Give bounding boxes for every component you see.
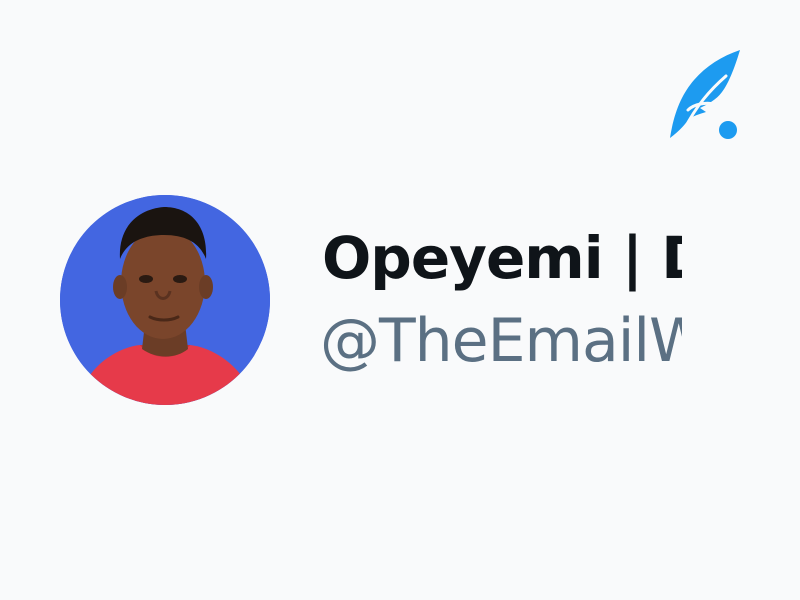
display-name[interactable]: Opeyemi | D (322, 222, 682, 294)
feather-logo-icon (666, 46, 742, 142)
profile-card: Opeyemi | D @TheEmailW (0, 0, 800, 600)
avatar[interactable] (60, 195, 270, 405)
profile-name-block: Opeyemi | D @TheEmailW (320, 222, 682, 382)
user-handle[interactable]: @TheEmailW (320, 304, 682, 378)
